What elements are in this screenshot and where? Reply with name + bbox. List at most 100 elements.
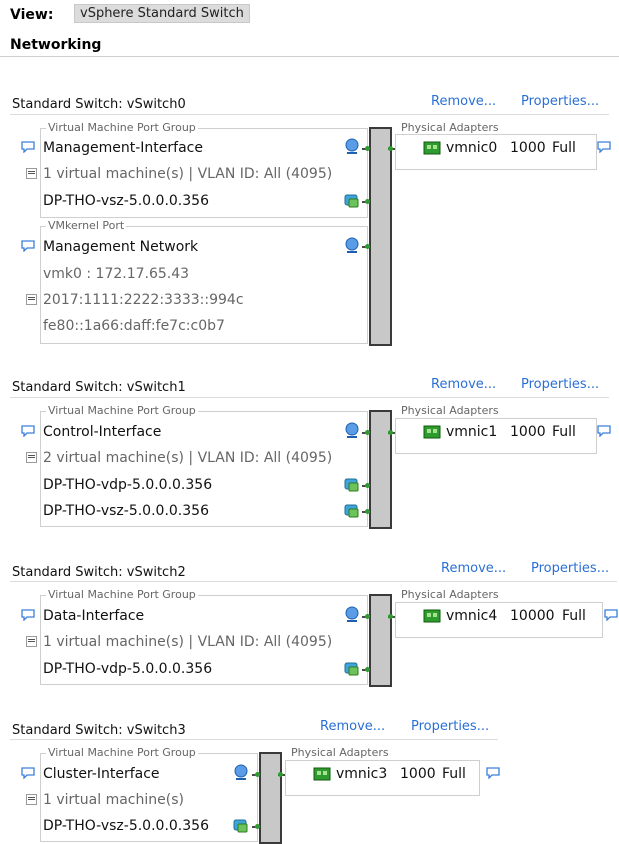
vmkernel-ipv6: fe80::1a66:daff:fe7c:c0b7 [43, 318, 225, 334]
switch-title: Standard Switch: vSwitch2 [12, 565, 186, 580]
vm-name[interactable]: DP-THO-vsz-5.0.0.0.356 [43, 192, 209, 210]
nic-icon [423, 141, 441, 159]
connector-dot [365, 509, 370, 514]
group-legend: Virtual Machine Port Group [46, 121, 198, 134]
collapse-toggle[interactable] [26, 794, 37, 805]
connector-dot [365, 483, 370, 488]
remove-link[interactable]: Remove... [431, 94, 496, 109]
collapse-toggle[interactable] [26, 168, 37, 179]
port-group-name[interactable]: Management-Interface [43, 139, 203, 157]
switch-bar [369, 410, 392, 529]
network-globe-icon[interactable] [344, 422, 362, 444]
comment-icon[interactable] [21, 425, 35, 441]
nic-speed: 1000 [400, 766, 436, 782]
switch-divider [10, 581, 617, 582]
network-globe-icon[interactable] [344, 138, 362, 160]
view-selector[interactable]: vSphere Standard Switch [74, 4, 250, 23]
network-globe-icon[interactable] [233, 764, 251, 786]
properties-link[interactable]: Properties... [531, 561, 609, 576]
switch-bar [369, 127, 392, 346]
nic-speed: 1000 [510, 140, 546, 156]
nic-icon [423, 425, 441, 443]
connector-dot [365, 430, 370, 435]
switch-divider [10, 397, 609, 398]
comment-icon[interactable] [21, 240, 35, 256]
switch-title: Standard Switch: vSwitch3 [12, 723, 186, 738]
connector-dot [365, 667, 370, 672]
switch-title: Standard Switch: vSwitch0 [12, 97, 186, 112]
nic-duplex: Full [442, 766, 466, 782]
view-label: View: [10, 7, 54, 23]
comment-icon[interactable] [597, 141, 611, 157]
nic-duplex: Full [552, 424, 576, 440]
switch-divider [10, 739, 498, 740]
vmkernel-ipv6: 2017:1111:2222:3333::994c [43, 292, 244, 308]
collapse-toggle[interactable] [26, 636, 37, 647]
nic-speed: 1000 [510, 424, 546, 440]
connector-dot [365, 244, 370, 249]
vm-icon [344, 193, 360, 213]
connector-dot [255, 772, 260, 777]
properties-link[interactable]: Properties... [521, 377, 599, 392]
group-legend: Physical Adapters [289, 746, 391, 759]
switch-bar [369, 594, 392, 687]
group-legend: Physical Adapters [399, 588, 501, 601]
port-group-name[interactable]: Control-Interface [43, 423, 161, 441]
port-group-name[interactable]: Data-Interface [43, 607, 144, 625]
comment-icon[interactable] [486, 767, 500, 783]
comment-icon[interactable] [597, 425, 611, 441]
nic-name[interactable]: vmnic0 [446, 139, 497, 157]
vm-count-vlan: 1 virtual machine(s) | VLAN ID: All (409… [43, 634, 333, 650]
port-group-name[interactable]: Cluster-Interface [43, 765, 160, 783]
nic-duplex: Full [562, 608, 586, 624]
connector-dot [365, 199, 370, 204]
network-globe-icon[interactable] [344, 237, 362, 259]
nic-icon [313, 767, 331, 785]
switch-title: Standard Switch: vSwitch1 [12, 380, 186, 395]
nic-name[interactable]: vmnic4 [446, 607, 497, 625]
comment-icon[interactable] [21, 609, 35, 625]
vm-name[interactable]: DP-THO-vdp-5.0.0.0.356 [43, 660, 212, 678]
network-globe-icon[interactable] [344, 606, 362, 628]
remove-link[interactable]: Remove... [441, 561, 506, 576]
connector-dot [388, 614, 393, 619]
comment-icon[interactable] [21, 767, 35, 783]
connector-dot [388, 146, 393, 151]
nic-speed: 10000 [510, 608, 555, 624]
collapse-toggle[interactable] [26, 452, 37, 463]
vm-icon [344, 661, 360, 681]
vm-icon [233, 818, 249, 838]
vm-count-vlan: 2 virtual machine(s) | VLAN ID: All (409… [43, 450, 333, 466]
connector-dot [255, 824, 260, 829]
nic-name[interactable]: vmnic3 [336, 765, 387, 783]
group-legend: Virtual Machine Port Group [46, 746, 198, 759]
nic-duplex: Full [552, 140, 576, 156]
vm-name[interactable]: DP-THO-vsz-5.0.0.0.356 [43, 502, 209, 520]
collapse-toggle[interactable] [26, 294, 37, 305]
comment-icon[interactable] [21, 141, 35, 157]
nic-icon [423, 609, 441, 627]
nic-name[interactable]: vmnic1 [446, 423, 497, 441]
switch-divider [10, 114, 609, 115]
properties-link[interactable]: Properties... [521, 94, 599, 109]
remove-link[interactable]: Remove... [431, 377, 496, 392]
connector-dot [365, 146, 370, 151]
comment-icon[interactable] [604, 609, 618, 625]
connector-dot [278, 772, 283, 777]
vm-name[interactable]: DP-THO-vsz-5.0.0.0.356 [43, 817, 209, 835]
group-legend: Virtual Machine Port Group [46, 404, 198, 417]
vmkernel-name[interactable]: Management Network [43, 238, 198, 256]
connector-dot [365, 614, 370, 619]
properties-link[interactable]: Properties... [411, 719, 489, 734]
vm-count: 1 virtual machine(s) [43, 792, 184, 808]
section-title: Networking [10, 37, 102, 53]
vm-name[interactable]: DP-THO-vdp-5.0.0.0.356 [43, 476, 212, 494]
header-divider [0, 56, 619, 57]
group-legend: Virtual Machine Port Group [46, 588, 198, 601]
vm-icon [344, 477, 360, 497]
remove-link[interactable]: Remove... [320, 719, 385, 734]
connector-dot [388, 430, 393, 435]
vm-icon [344, 503, 360, 523]
switch-bar [259, 752, 282, 844]
group-legend: Physical Adapters [399, 121, 501, 134]
